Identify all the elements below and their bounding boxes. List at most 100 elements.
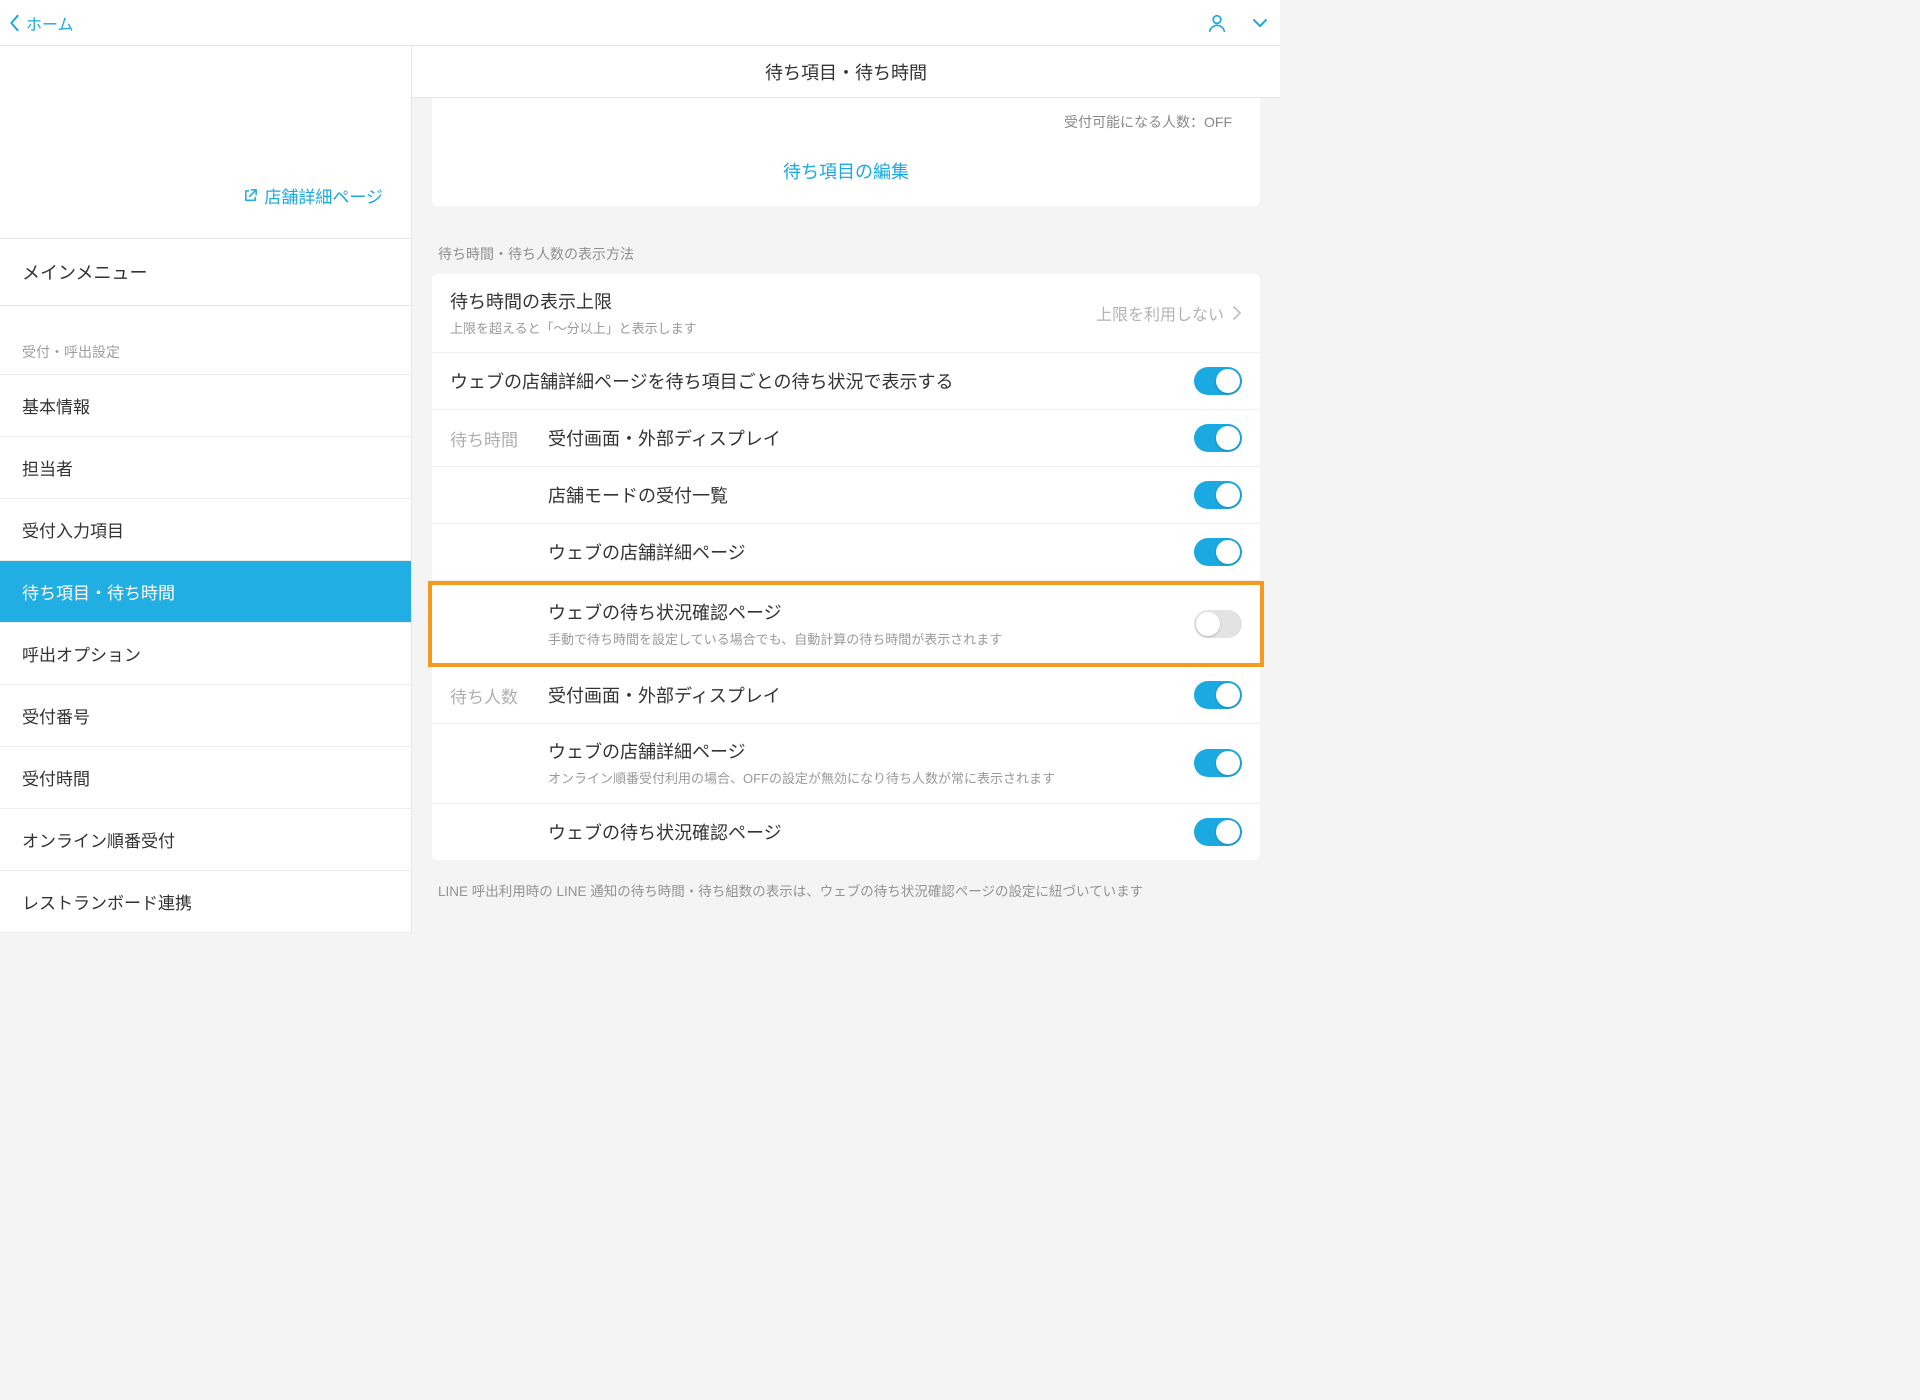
row-subtext: 上限を超えると「〜分以上」と表示します [450,320,1096,338]
row-prefix: 待ち時間 [450,424,548,451]
sidebar-item[interactable]: 呼出オプション [0,623,411,685]
main-menu-label: メインメニュー [22,263,147,283]
back-button[interactable]: ホーム [8,11,74,35]
row-tail [1194,749,1242,777]
toggle-switch[interactable] [1194,681,1242,709]
row-title: 受付画面・外部ディスプレイ [548,425,1194,451]
row-title: ウェブの店舗詳細ページ [548,539,1194,565]
setting-row: ウェブの店舗詳細ページを待ち項目ごとの待ち状況で表示する [432,353,1260,410]
toggle-knob [1216,426,1240,450]
chevron-right-icon [1232,305,1242,321]
sidebar-item-label: 受付入力項目 [22,522,124,541]
settings-card: 待ち時間の表示上限上限を超えると「〜分以上」と表示します上限を利用しないウェブの… [432,274,1260,860]
row-tail [1194,681,1242,709]
row-body: ウェブの店舗詳細ページ [548,539,1194,565]
toggle-switch[interactable] [1194,749,1242,777]
toggle-switch[interactable] [1194,610,1242,638]
row-body: 受付画面・外部ディスプレイ [548,425,1194,451]
toggle-switch[interactable] [1194,538,1242,566]
row-title: ウェブの店舗詳細ページを待ち項目ごとの待ち状況で表示する [450,368,1194,394]
toggle-switch[interactable] [1194,818,1242,846]
edit-items-link[interactable]: 待ち項目の編集 [432,140,1260,206]
external-link-icon [243,188,258,203]
toggle-knob [1216,820,1240,844]
row-title: 受付画面・外部ディスプレイ [548,682,1194,708]
row-prefix: 待ち人数 [450,681,548,708]
sidebar-item-label: オンライン順番受付 [22,832,175,851]
sidebar-item-label: 基本情報 [22,398,90,417]
setting-row: ウェブの待ち状況確認ページ [432,804,1260,860]
setting-row[interactable]: 待ち時間の表示上限上限を超えると「〜分以上」と表示します上限を利用しない [432,274,1260,353]
topbar: ホーム [0,0,1280,46]
chevron-left-icon [8,14,20,32]
sidebar-item-label: 受付番号 [22,708,90,727]
store-detail-link[interactable]: 店舗詳細ページ [243,183,383,208]
row-tail [1194,538,1242,566]
toggle-knob [1216,483,1240,507]
row-tail-text: 上限を利用しない [1096,301,1224,325]
sidebar-item[interactable]: 受付入力項目 [0,499,411,561]
sidebar-item-label: 受付時間 [22,770,90,789]
main-panel: 待ち項目・待ち時間 受付可能になる人数：OFF 待ち項目の編集 待ち時間・待ち人… [412,46,1280,933]
row-prefix [450,538,548,540]
toggle-switch[interactable] [1194,424,1242,452]
setting-row: 店舗モードの受付一覧 [432,467,1260,524]
row-tail [1194,610,1242,638]
setting-row: ウェブの待ち状況確認ページ手動で待ち時間を設定している場合でも、自動計算の待ち時… [428,581,1264,667]
row-body: 待ち時間の表示上限上限を超えると「〜分以上」と表示します [450,288,1096,338]
row-title: ウェブの待ち状況確認ページ [548,819,1194,845]
edit-items-label: 待ち項目の編集 [783,162,909,182]
toggle-knob [1216,751,1240,775]
user-icon[interactable] [1206,12,1228,34]
row-prefix [450,738,548,740]
page-title: 待ち項目・待ち時間 [412,46,1280,98]
main-menu-item[interactable]: メインメニュー [0,239,411,306]
toggle-switch[interactable] [1194,481,1242,509]
row-title: ウェブの待ち状況確認ページ [548,599,1194,625]
row-subtext: オンライン順番受付利用の場合、OFFの設定が無効になり待ち人数が常に表示されます [548,770,1194,788]
back-label: ホーム [26,11,74,35]
sidebar-section-caption: 受付・呼出設定 [0,306,411,375]
row-body: 受付画面・外部ディスプレイ [548,682,1194,708]
row-tail [1194,818,1242,846]
toggle-knob [1216,683,1240,707]
store-header-block: 店舗詳細ページ [0,46,411,239]
bottom-note: LINE 呼出利用時の LINE 通知の待ち時間・待ち組数の表示は、ウェブの待ち… [432,868,1260,900]
row-title: 店舗モードの受付一覧 [548,482,1194,508]
row-title: 待ち時間の表示上限 [450,288,1096,314]
row-body: ウェブの店舗詳細ページを待ち項目ごとの待ち状況で表示する [450,368,1194,394]
setting-row: 待ち時間受付画面・外部ディスプレイ [432,410,1260,467]
row-body: ウェブの店舗詳細ページオンライン順番受付利用の場合、OFFの設定が無効になり待ち… [548,738,1194,788]
group-label: 待ち時間・待ち人数の表示方法 [432,214,1260,274]
setting-row: ウェブの店舗詳細ページ [432,524,1260,581]
toggle-switch[interactable] [1194,367,1242,395]
sidebar-item[interactable]: レストランボード連携 [0,871,411,933]
sidebar-item[interactable]: オンライン順番受付 [0,809,411,871]
toggle-knob [1216,540,1240,564]
sidebar-item-label: レストランボード連携 [22,894,192,913]
headcount-text: 受付可能になる人数：OFF [432,102,1260,140]
row-subtext: 手動で待ち時間を設定している場合でも、自動計算の待ち時間が表示されます [548,631,1194,649]
sidebar-item[interactable]: 受付番号 [0,685,411,747]
setting-row: ウェブの店舗詳細ページオンライン順番受付利用の場合、OFFの設定が無効になり待ち… [432,724,1260,803]
row-body: 店舗モードの受付一覧 [548,482,1194,508]
sidebar-item-label: 呼出オプション [22,646,141,665]
sidebar-item[interactable]: 基本情報 [0,375,411,437]
store-detail-link-label: 店舗詳細ページ [264,183,383,208]
setting-row: 待ち人数受付画面・外部ディスプレイ [432,667,1260,724]
sidebar-item[interactable]: 担当者 [0,437,411,499]
sidebar: 店舗詳細ページ メインメニュー 受付・呼出設定 基本情報担当者受付入力項目待ち項… [0,46,412,933]
row-body: ウェブの待ち状況確認ページ [548,819,1194,845]
row-tail [1194,367,1242,395]
toggle-knob [1216,369,1240,393]
row-body: ウェブの待ち状況確認ページ手動で待ち時間を設定している場合でも、自動計算の待ち時… [548,599,1194,649]
row-prefix [450,599,548,601]
sidebar-item-label: 待ち項目・待ち時間 [22,584,175,603]
sidebar-item[interactable]: 受付時間 [0,747,411,809]
chevron-down-icon[interactable] [1252,17,1268,29]
sidebar-item[interactable]: 待ち項目・待ち時間 [0,561,411,623]
row-tail [1194,481,1242,509]
card-top: 受付可能になる人数：OFF 待ち項目の編集 [432,98,1260,206]
sidebar-item-label: 担当者 [22,460,73,479]
row-tail: 上限を利用しない [1096,301,1242,325]
